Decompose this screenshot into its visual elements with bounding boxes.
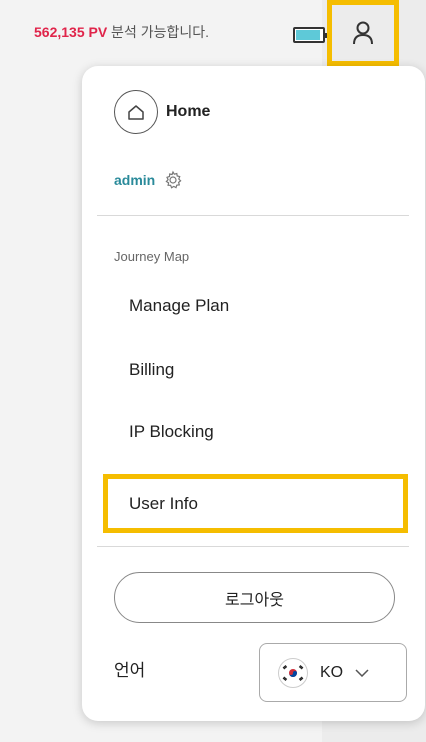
gear-icon[interactable] <box>163 170 183 190</box>
user-menu-button[interactable] <box>327 0 399 66</box>
chevron-down-icon <box>355 668 369 677</box>
pv-status: 562,135 PV 분석 가능합니다. <box>34 22 209 42</box>
home-link[interactable]: Home <box>114 90 210 134</box>
logout-button[interactable]: 로그아웃 <box>114 572 395 623</box>
menu-item-ip-blocking[interactable]: IP Blocking <box>129 422 214 442</box>
pv-suffix: 분석 가능합니다. <box>107 24 210 40</box>
account-row: admin <box>114 170 183 190</box>
section-label-journey-map: Journey Map <box>114 249 190 264</box>
language-code: KO <box>320 663 344 681</box>
home-label: Home <box>166 103 211 120</box>
menu-item-billing[interactable]: Billing <box>129 360 174 380</box>
menu-item-user-info-label: User Info <box>129 493 198 513</box>
language-select[interactable]: KO <box>259 643 407 702</box>
user-icon <box>353 21 373 45</box>
korea-flag-icon <box>278 657 308 688</box>
divider <box>97 546 409 547</box>
battery-icon <box>293 27 328 43</box>
language-label: 언어 <box>114 661 146 680</box>
user-dropdown-menu: Home admin Journey Map Manage Plan Billi… <box>82 66 425 721</box>
user-name: admin <box>114 172 156 188</box>
menu-item-manage-plan[interactable]: Manage Plan <box>129 296 229 316</box>
home-icon <box>114 90 158 134</box>
pv-count: 562,135 PV <box>34 24 108 40</box>
top-bar: 562,135 PV 분석 가능합니다. <box>0 0 426 66</box>
menu-item-user-info[interactable]: User Info <box>103 474 408 533</box>
divider <box>97 215 409 216</box>
